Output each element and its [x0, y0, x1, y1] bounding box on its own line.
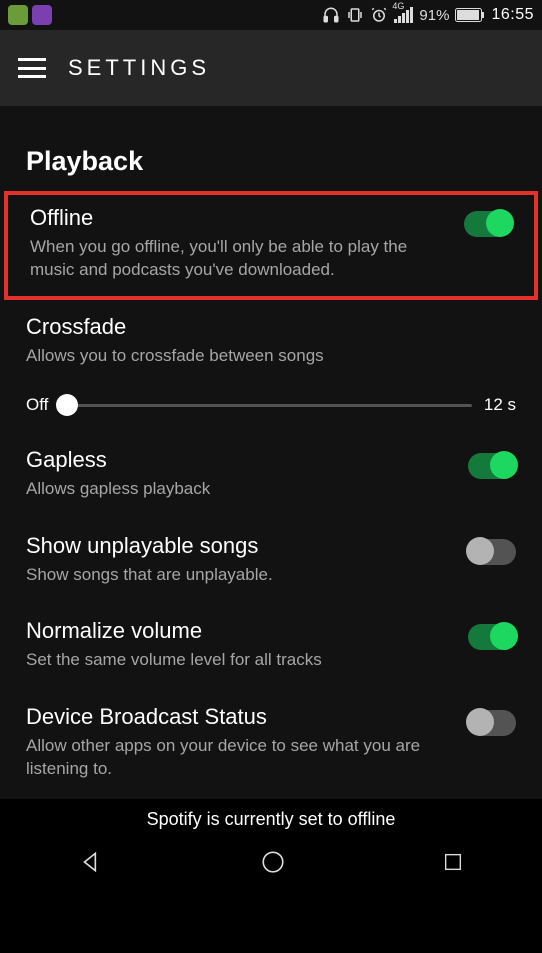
app-header: SETTINGS — [0, 30, 542, 106]
setting-broadcast[interactable]: Device Broadcast Status Allow other apps… — [0, 690, 542, 799]
section-title-playback: Playback — [0, 122, 542, 191]
nav-home-icon[interactable] — [260, 849, 286, 880]
highlight-box: Offline When you go offline, you'll only… — [4, 191, 538, 300]
battery-percent: 91% — [419, 7, 449, 24]
settings-content: Playback Offline When you go offline, yo… — [0, 106, 542, 799]
notif-app-icon — [32, 5, 52, 25]
setting-desc: Show songs that are unplayable. — [26, 563, 452, 586]
setting-offline[interactable]: Offline When you go offline, you'll only… — [8, 195, 534, 296]
menu-icon[interactable] — [18, 58, 46, 78]
system-nav-bar — [0, 836, 542, 894]
setting-desc: Allows gapless playback — [26, 477, 452, 500]
setting-title: Show unplayable songs — [26, 533, 452, 559]
slider-max-label: 12 s — [484, 395, 516, 415]
nav-recent-icon[interactable] — [442, 851, 464, 878]
setting-title: Crossfade — [26, 314, 516, 340]
toggle-offline[interactable] — [464, 211, 512, 237]
crossfade-slider-row: Off 12 s — [0, 371, 542, 433]
vibrate-icon — [346, 6, 364, 24]
setting-desc: Set the same volume level for all tracks — [26, 648, 452, 671]
setting-normalize[interactable]: Normalize volume Set the same volume lev… — [0, 604, 542, 689]
nav-back-icon[interactable] — [78, 849, 104, 880]
slider-knob[interactable] — [56, 394, 78, 416]
toggle-normalize[interactable] — [468, 624, 516, 650]
alarm-icon — [370, 6, 388, 24]
status-notif-icons — [8, 5, 52, 25]
status-bar: 4G 91% 16:55 — [0, 0, 542, 30]
setting-title: Gapless — [26, 447, 452, 473]
page-title: SETTINGS — [68, 55, 210, 81]
toggle-broadcast[interactable] — [468, 710, 516, 736]
setting-desc: When you go offline, you'll only be able… — [30, 235, 448, 282]
setting-unplayable[interactable]: Show unplayable songs Show songs that ar… — [0, 519, 542, 604]
status-clock: 16:55 — [491, 6, 534, 24]
caption-bar: Spotify is currently set to offline — [0, 799, 542, 836]
setting-title: Offline — [30, 205, 448, 231]
notif-app-icon — [8, 5, 28, 25]
setting-title: Normalize volume — [26, 618, 452, 644]
slider-min-label: Off — [26, 395, 48, 415]
network-label: 4G — [392, 1, 404, 11]
headphones-icon — [322, 6, 340, 24]
setting-crossfade: Crossfade Allows you to crossfade betwee… — [0, 300, 542, 371]
setting-title: Device Broadcast Status — [26, 704, 452, 730]
setting-desc: Allow other apps on your device to see w… — [26, 734, 452, 781]
crossfade-slider[interactable] — [60, 404, 471, 407]
toggle-gapless[interactable] — [468, 453, 516, 479]
toggle-unplayable[interactable] — [468, 539, 516, 565]
battery-icon — [455, 8, 485, 22]
setting-gapless[interactable]: Gapless Allows gapless playback — [0, 433, 542, 518]
setting-desc: Allows you to crossfade between songs — [26, 344, 516, 367]
signal-icon: 4G — [394, 7, 413, 23]
